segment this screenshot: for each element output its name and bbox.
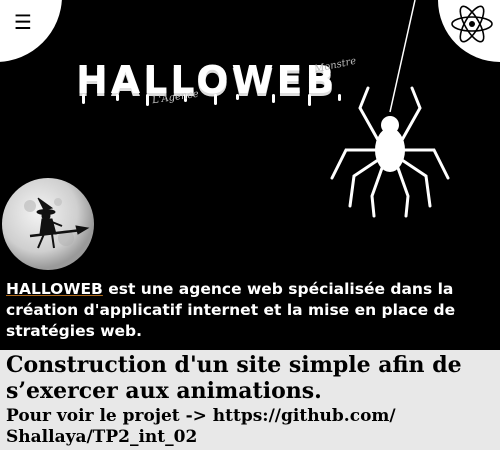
hero-section: ☰ HALLOWEB L'Agence Monstre HALLOWEB est… [0, 0, 500, 350]
tagline: HALLOWEB est une agence web spécialisée … [6, 279, 476, 342]
hamburger-menu-icon[interactable]: ☰ [10, 8, 36, 36]
atom-icon[interactable] [448, 2, 496, 46]
tagline-brand: HALLOWEB [6, 280, 103, 298]
spider-icon [330, 0, 450, 218]
project-link[interactable]: Pour voir le projet -> https://github.co… [6, 406, 456, 448]
info-heading: Construction d'un site simple afin de s’… [6, 352, 462, 404]
info-panel: Construction d'un site simple afin de s’… [0, 350, 500, 450]
moon-witch-icon [2, 178, 94, 270]
